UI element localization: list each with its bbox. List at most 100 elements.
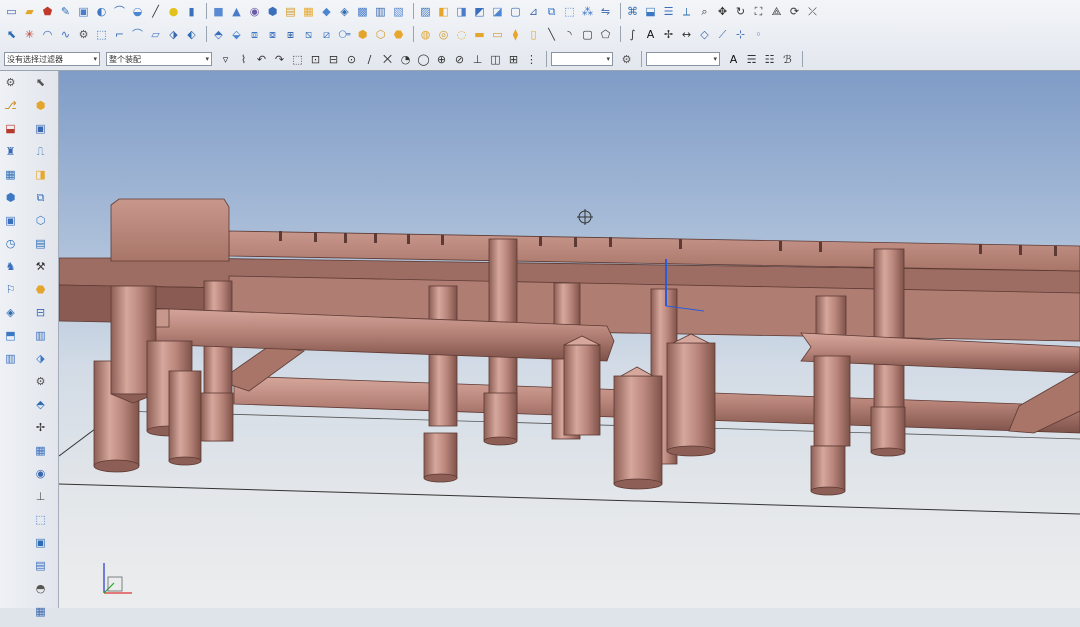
model-scene[interactable] (59, 71, 1080, 608)
fit-icon[interactable]: ⛶ (751, 4, 766, 19)
sweep-icon[interactable]: ⌒ (112, 4, 127, 19)
part-nav-icon[interactable]: ⬓ (3, 121, 18, 136)
datum-plane-icon[interactable]: ◇ (697, 27, 712, 42)
datum-point-icon[interactable]: ◦ (751, 27, 766, 42)
revolve-icon[interactable]: ◐ (94, 4, 109, 19)
snap-grid-icon[interactable]: ⋮ (524, 52, 539, 67)
replace-face-icon[interactable]: ⬗ (166, 27, 181, 42)
open-folder-icon[interactable]: ▰ (22, 4, 37, 19)
offset-face-icon[interactable]: ⧉ (544, 4, 559, 19)
graphics-window[interactable] (59, 71, 1080, 608)
gate-icon[interactable]: ⬘ (33, 397, 48, 412)
box-select-icon[interactable]: ⬚ (290, 52, 305, 67)
text-style-icon[interactable]: ☴ (744, 52, 759, 67)
roles-icon[interactable]: ♞ (3, 259, 18, 274)
visualization-icon[interactable]: ⬒ (3, 328, 18, 343)
ejector-icon[interactable]: ⊟ (33, 305, 48, 320)
snap-quadrant-icon[interactable]: ◔ (398, 52, 413, 67)
snap-point-icon[interactable]: ✳ (22, 27, 37, 42)
arc-tool-icon[interactable]: ◝ (562, 27, 577, 42)
split-body-icon[interactable]: ◨ (454, 4, 469, 19)
measure-icon[interactable]: ⟂ (679, 4, 694, 19)
snap-end-icon[interactable]: ⊡ (308, 52, 323, 67)
family-mold-icon[interactable]: ⧉ (33, 190, 48, 205)
shield-icon[interactable]: ⬟ (40, 4, 55, 19)
arc-icon[interactable]: ◠ (40, 27, 55, 42)
boss-icon[interactable]: ⬢ (265, 4, 280, 19)
zoom-icon[interactable]: ⌕ (697, 4, 712, 19)
information-icon[interactable]: ▥ (3, 351, 18, 366)
color-filter-dropdown[interactable]: ▾ (646, 52, 720, 66)
wireframe-icon[interactable]: ⬡ (373, 27, 388, 42)
groove-icon[interactable]: ◈ (337, 4, 352, 19)
datum-axis-icon[interactable]: ⟋ (715, 27, 730, 42)
tool-icon[interactable]: ⬡ (33, 213, 48, 228)
wcs-icon[interactable]: ⤫ (805, 4, 820, 19)
face-icon[interactable]: ▱ (148, 27, 163, 42)
partial-shade-icon[interactable]: ◌ (454, 27, 469, 42)
chamfer-icon[interactable]: ◪ (490, 4, 505, 19)
pan-icon[interactable]: ✥ (715, 4, 730, 19)
move-face-icon[interactable]: ⬖ (184, 27, 199, 42)
pattern-face-icon[interactable]: ⧆ (283, 27, 298, 42)
iso-view-icon[interactable]: ⧫ (508, 27, 523, 42)
resize-face-icon[interactable]: ⬘ (211, 27, 226, 42)
extrude-icon[interactable]: ▣ (76, 4, 91, 19)
material-list-icon[interactable]: ▣ (33, 535, 48, 550)
sub-insert-icon[interactable]: ⚙ (33, 374, 48, 389)
delete-face-icon[interactable]: ⬙ (229, 27, 244, 42)
parting-icon[interactable]: ▤ (33, 236, 48, 251)
point-tool-icon[interactable]: ✢ (661, 27, 676, 42)
snap-tangent-icon[interactable]: ⊘ (452, 52, 467, 67)
hole-icon[interactable]: ◉ (247, 4, 262, 19)
offset-region-icon[interactable]: ⧈ (247, 27, 262, 42)
cone-icon[interactable]: ▲ (229, 4, 244, 19)
snap-existing-icon[interactable]: ◯ (416, 52, 431, 67)
drawing-icon[interactable]: ▤ (33, 558, 48, 573)
right-view-icon[interactable]: ▯ (526, 27, 541, 42)
text-a-icon[interactable]: A (726, 52, 741, 67)
dimension-icon[interactable]: ↔ (679, 27, 694, 42)
snap-perp-icon[interactable]: ⊥ (470, 52, 485, 67)
refresh-icon[interactable]: ⟳ (787, 4, 802, 19)
curve-icon[interactable]: ∿ (58, 27, 73, 42)
selection-filter-dropdown[interactable]: 没有选择过滤器 ▾ (4, 52, 100, 66)
mirror-icon[interactable]: ⇋ (598, 4, 613, 19)
pattern-icon[interactable]: ⁂ (580, 4, 595, 19)
system-scene-icon[interactable]: ⚐ (3, 282, 18, 297)
top-view-icon[interactable]: ▭ (490, 27, 505, 42)
prefs-icon[interactable]: ⚙ (619, 52, 634, 67)
face-analysis-icon[interactable]: ◎ (436, 27, 451, 42)
system-materials-icon[interactable]: ▣ (3, 213, 18, 228)
intersect-icon[interactable]: ▨ (418, 4, 433, 19)
analysis-icon[interactable]: ◈ (3, 305, 18, 320)
cut-face-icon[interactable]: ⧄ (319, 27, 334, 42)
cast-process-icon[interactable]: ◓ (33, 581, 48, 596)
text-bold-icon[interactable]: ℬ (780, 52, 795, 67)
web-browser-icon[interactable]: ▦ (3, 167, 18, 182)
text-align-icon[interactable]: ☷ (762, 52, 777, 67)
constraint-nav-icon[interactable]: ⎇ (3, 98, 18, 113)
paste-face-icon[interactable]: ⧃ (337, 27, 352, 42)
line-tool-icon[interactable]: ╲ (544, 27, 559, 42)
perspective-icon[interactable]: ⟁ (769, 4, 784, 19)
scale-body-icon[interactable]: ⬚ (562, 4, 577, 19)
datum-csys-icon[interactable]: ⊹ (733, 27, 748, 42)
trim-mold-icon[interactable]: ⊥ (33, 489, 48, 504)
standard-part-icon[interactable]: ⬣ (33, 282, 48, 297)
view-manager-icon[interactable]: ▦ (33, 604, 48, 619)
snap-center-icon[interactable]: ⊙ (344, 52, 359, 67)
sew-icon[interactable]: ⌘ (625, 4, 640, 19)
subtract-icon[interactable]: ▧ (391, 4, 406, 19)
select-all-icon[interactable]: ⬚ (94, 27, 109, 42)
filter-icon[interactable]: ▿ (218, 52, 233, 67)
draft-icon[interactable]: ⊿ (526, 4, 541, 19)
sketch-icon[interactable]: ✎ (58, 4, 73, 19)
moldbase-icon[interactable]: ⚒ (33, 259, 48, 274)
slot-icon[interactable]: ◆ (319, 4, 334, 19)
redo-icon[interactable]: ↷ (272, 52, 287, 67)
assembly-nav-icon[interactable]: ⚙ (3, 75, 18, 90)
snap-bounded-icon[interactable]: ⊞ (506, 52, 521, 67)
line-icon[interactable]: ╱ (148, 4, 163, 19)
block-icon[interactable]: ■ (211, 4, 226, 19)
